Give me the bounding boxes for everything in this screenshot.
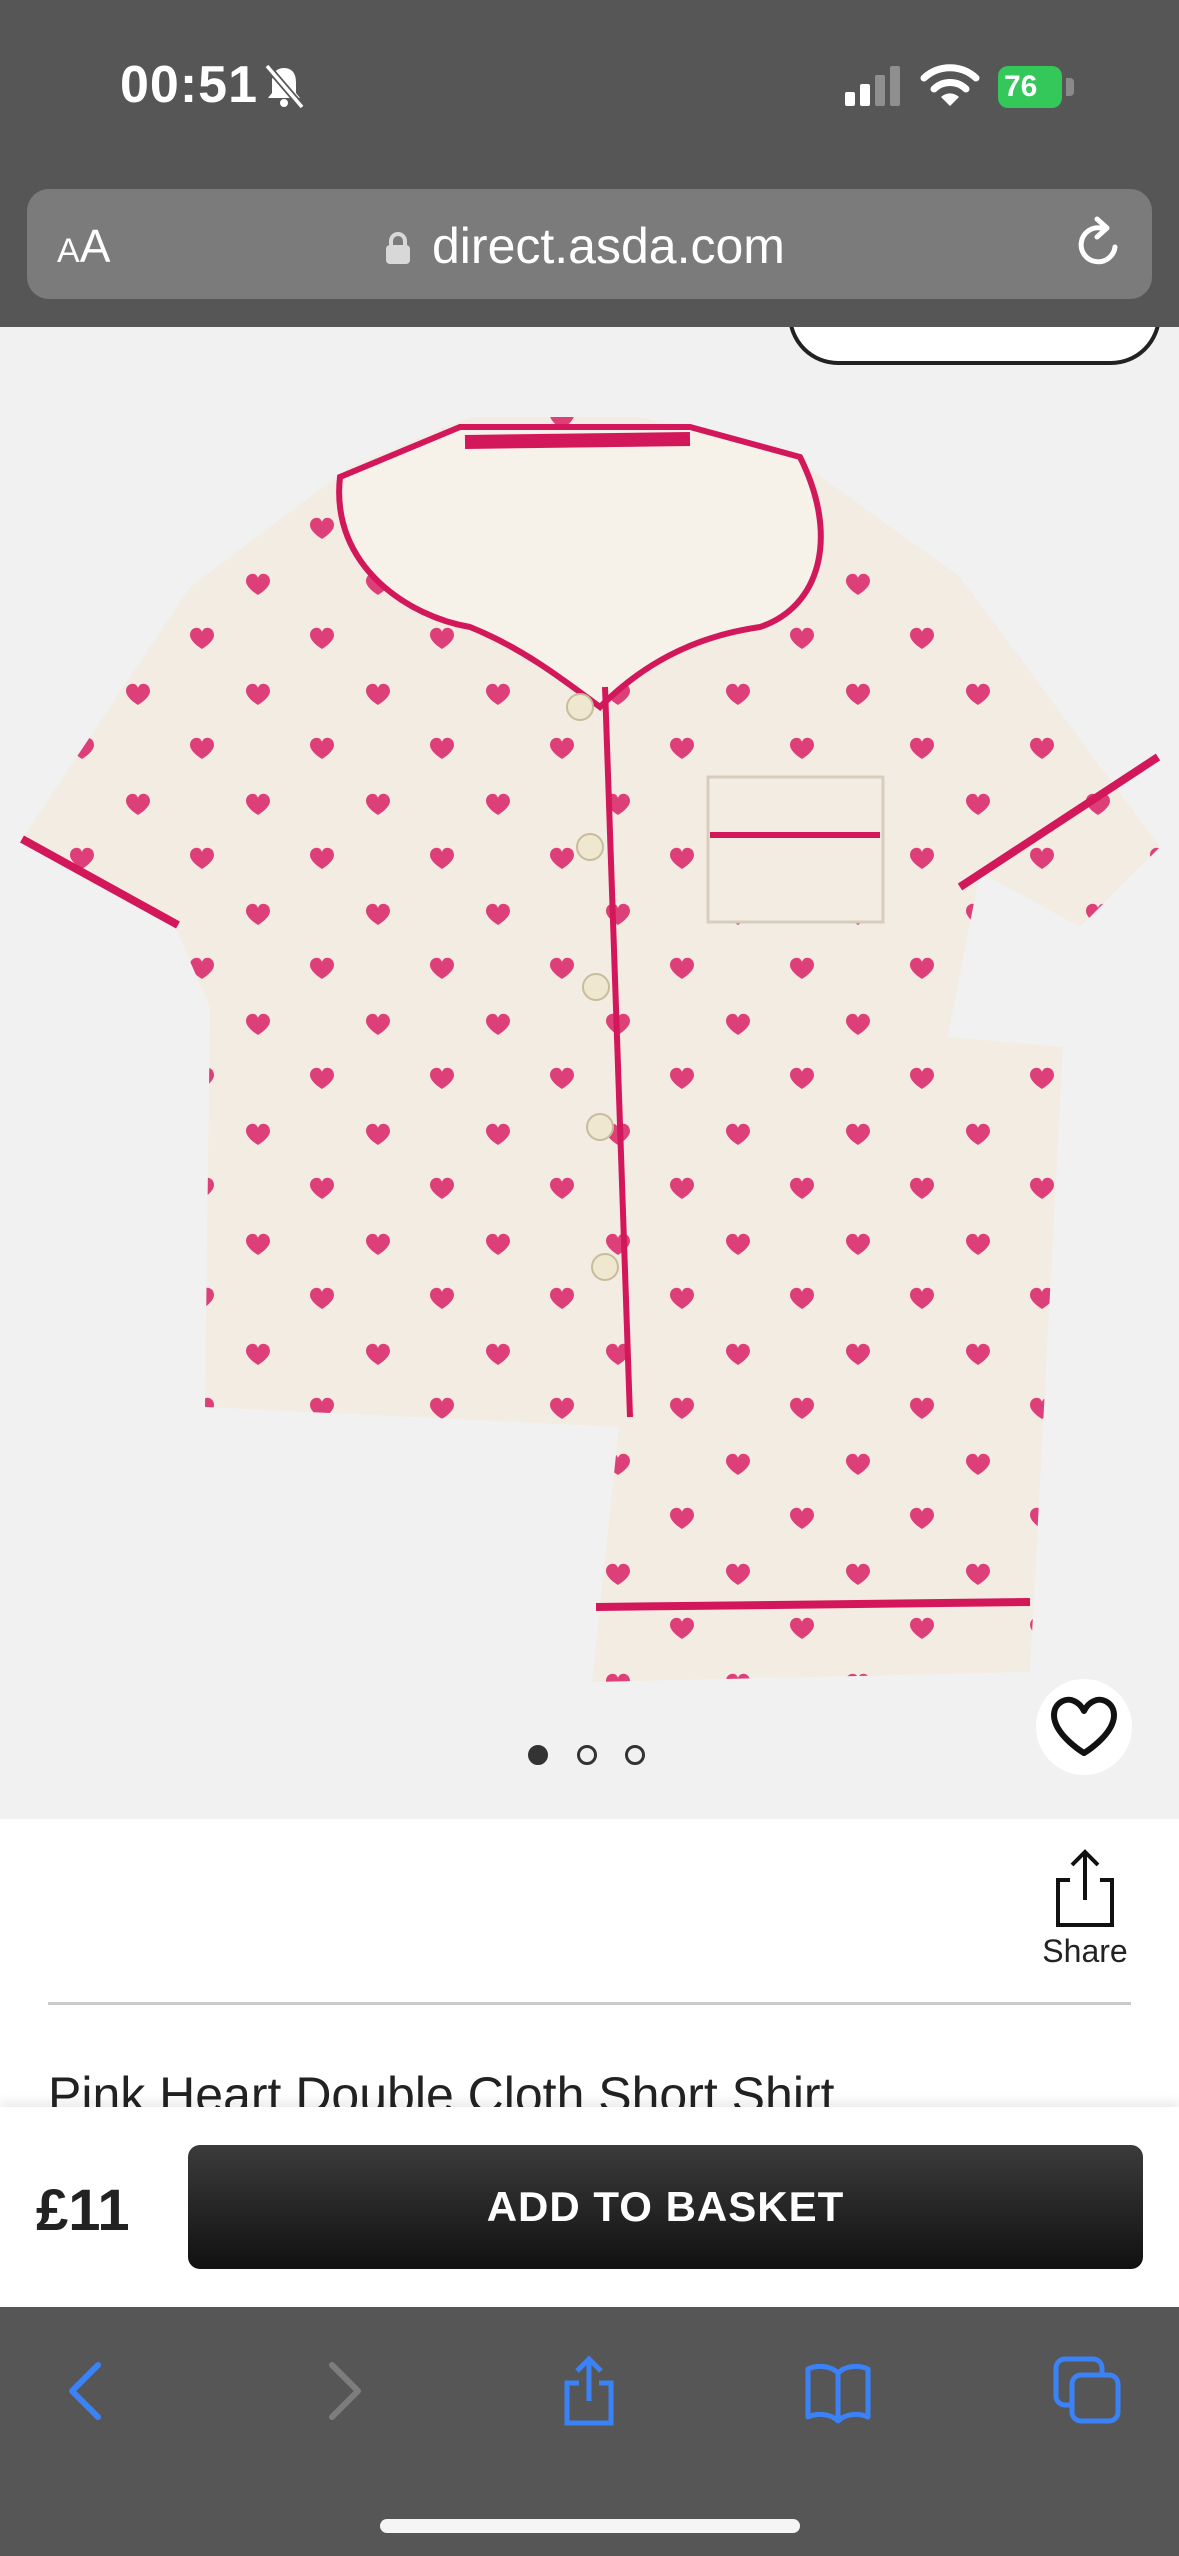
home-indicator <box>380 2519 800 2533</box>
reload-icon[interactable] <box>1071 215 1127 273</box>
status-bar: 00:51 76 <box>0 0 1179 175</box>
bookmarks-icon[interactable] <box>802 2355 874 2427</box>
address-bar[interactable]: AA direct.asda.com <box>27 189 1152 299</box>
browser-toolbar <box>0 2307 1179 2556</box>
battery-percent: 76 <box>998 66 1062 108</box>
battery-charging-icon: 76 <box>998 66 1078 108</box>
gallery-pagination <box>528 1745 658 1775</box>
share-icon[interactable] <box>553 2355 625 2427</box>
wishlist-button[interactable] <box>1036 1679 1132 1775</box>
heart-icon <box>1051 1696 1117 1756</box>
back-icon[interactable] <box>52 2355 124 2427</box>
pagination-dot-active[interactable] <box>528 1745 548 1765</box>
pagination-dot[interactable] <box>625 1745 645 1765</box>
browser-address-area: AA direct.asda.com <box>0 175 1179 327</box>
add-to-basket-button[interactable]: ADD TO BASKET <box>188 2145 1143 2269</box>
buy-bar: £11 ADD TO BASKET <box>0 2107 1179 2307</box>
share-label: Share <box>1042 1933 1128 1969</box>
cellular-signal-icon <box>845 66 900 106</box>
tabs-icon[interactable] <box>1052 2355 1124 2427</box>
product-price: £11 <box>36 2178 130 2243</box>
text-size-button[interactable]: AA <box>57 219 110 273</box>
share-icon <box>1056 1849 1114 1927</box>
product-image <box>20 417 1161 1682</box>
lock-icon <box>386 232 410 264</box>
wifi-icon <box>920 64 980 106</box>
product-image-gallery[interactable] <box>0 327 1179 1819</box>
share-button[interactable]: Share <box>1030 1845 1140 1980</box>
forward-icon[interactable] <box>306 2355 378 2427</box>
url-text[interactable]: direct.asda.com <box>432 217 785 275</box>
divider <box>48 2002 1131 2005</box>
battery-cap <box>1066 78 1074 96</box>
bell-muted-icon <box>264 63 305 110</box>
pagination-dot[interactable] <box>577 1745 597 1765</box>
status-time: 00:51 <box>120 56 258 114</box>
